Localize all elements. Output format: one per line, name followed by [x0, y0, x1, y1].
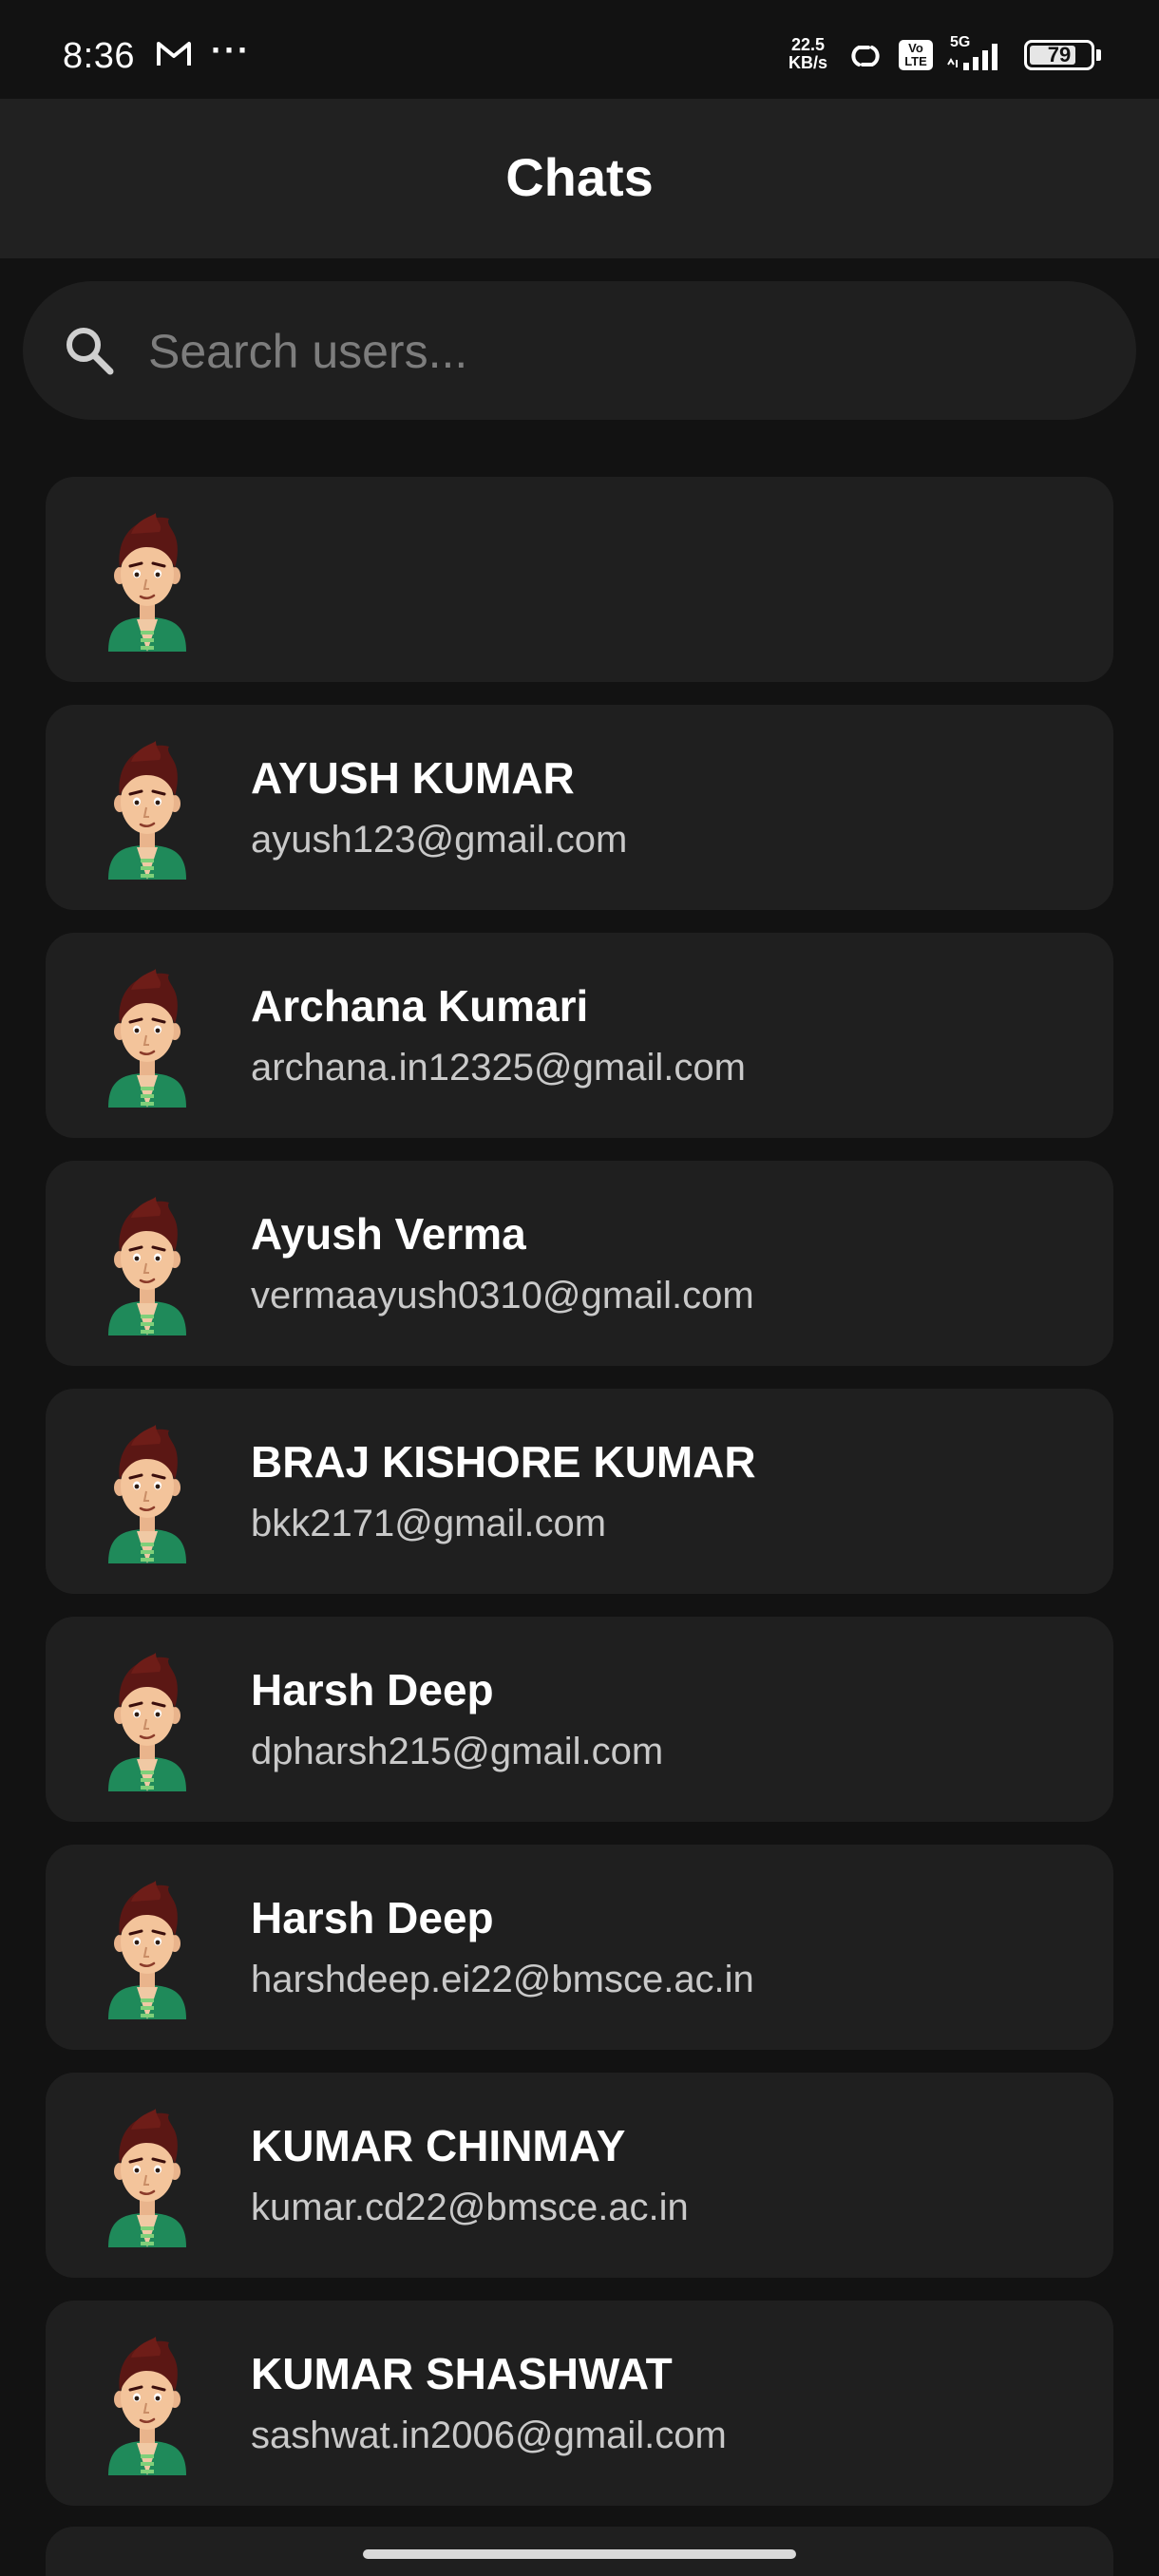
list-item[interactable]: Ayush Verma vermaayush0310@gmail.com: [46, 1161, 1113, 1366]
status-time: 8:36: [63, 36, 135, 76]
list-item[interactable]: KUMAR SHASHWAT sashwat.in2006@gmail.com: [46, 2301, 1113, 2506]
more-notifications-icon: ···: [211, 30, 251, 69]
page-title: Chats: [505, 147, 654, 207]
avatar: [103, 969, 192, 1108]
user-name: KUMAR CHINMAY: [251, 2121, 626, 2170]
avatar: [103, 1653, 192, 1791]
user-email: harshdeep.ei22@bmsce.ac.in: [251, 1959, 754, 2000]
avatar: [103, 741, 192, 880]
avatar: [103, 2109, 192, 2247]
list-item[interactable]: Archana Kumari archana.in12325@gmail.com: [46, 933, 1113, 1138]
hotspot-icon: [844, 42, 887, 75]
app-header: Chats: [0, 99, 1159, 258]
user-name: AYUSH KUMAR: [251, 753, 575, 803]
volte-icon: Vo LTE: [899, 40, 933, 70]
list-item[interactable]: [46, 477, 1113, 682]
user-name: Harsh Deep: [251, 1665, 494, 1714]
battery-cap: [1096, 49, 1101, 61]
chats-screen: 8:36 ··· 22.5 KB/s Vo LTE 5G 79 Chats Se…: [0, 0, 1159, 2576]
status-bar: 8:36 ··· 22.5 KB/s Vo LTE 5G 79: [0, 0, 1159, 99]
avatar: [103, 2337, 192, 2475]
network-speed-value: 22.5: [790, 35, 826, 54]
user-email: archana.in12325@gmail.com: [251, 1047, 746, 1089]
home-indicator[interactable]: [363, 2549, 796, 2559]
user-email: kumar.cd22@bmsce.ac.in: [251, 2187, 689, 2228]
battery-icon: 79: [1024, 40, 1094, 70]
search-icon: [61, 322, 118, 384]
battery-level: 79: [1047, 43, 1072, 66]
user-email: dpharsh215@gmail.com: [251, 1731, 664, 1772]
user-name: Archana Kumari: [251, 981, 589, 1031]
list-item[interactable]: AYUSH KUMAR ayush123@gmail.com: [46, 705, 1113, 910]
list-item[interactable]: Harsh Deep harshdeep.ei22@bmsce.ac.in: [46, 1845, 1113, 2050]
list-item[interactable]: BRAJ KISHORE KUMAR bkk2171@gmail.com: [46, 1389, 1113, 1594]
gmail-notification-icon: [156, 40, 192, 73]
user-email: bkk2171@gmail.com: [251, 1503, 607, 1544]
network-speed-unit: KB/s: [788, 53, 828, 72]
user-name: KUMAR SHASHWAT: [251, 2349, 673, 2398]
chat-list: AYUSH KUMAR ayush123@gmail.com Archana Ku…: [46, 477, 1113, 2529]
avatar: [103, 1425, 192, 1563]
search-bar[interactable]: [23, 281, 1136, 420]
signal-strength-icon: [944, 36, 1011, 79]
user-name: BRAJ KISHORE KUMAR: [251, 1437, 756, 1487]
avatar: [103, 1197, 192, 1335]
avatar: [103, 1881, 192, 2019]
user-name: Ayush Verma: [251, 1209, 526, 1259]
avatar: [103, 513, 192, 652]
network-speed: 22.5 KB/s: [788, 36, 827, 72]
user-email: ayush123@gmail.com: [251, 819, 628, 861]
user-name: Harsh Deep: [251, 1893, 494, 1942]
list-item[interactable]: KUMAR CHINMAY kumar.cd22@bmsce.ac.in: [46, 2073, 1113, 2278]
search-input[interactable]: [146, 308, 1081, 395]
list-item[interactable]: Harsh Deep dpharsh215@gmail.com: [46, 1617, 1113, 1822]
user-email: sashwat.in2006@gmail.com: [251, 2415, 727, 2456]
user-email: vermaayush0310@gmail.com: [251, 1275, 754, 1316]
